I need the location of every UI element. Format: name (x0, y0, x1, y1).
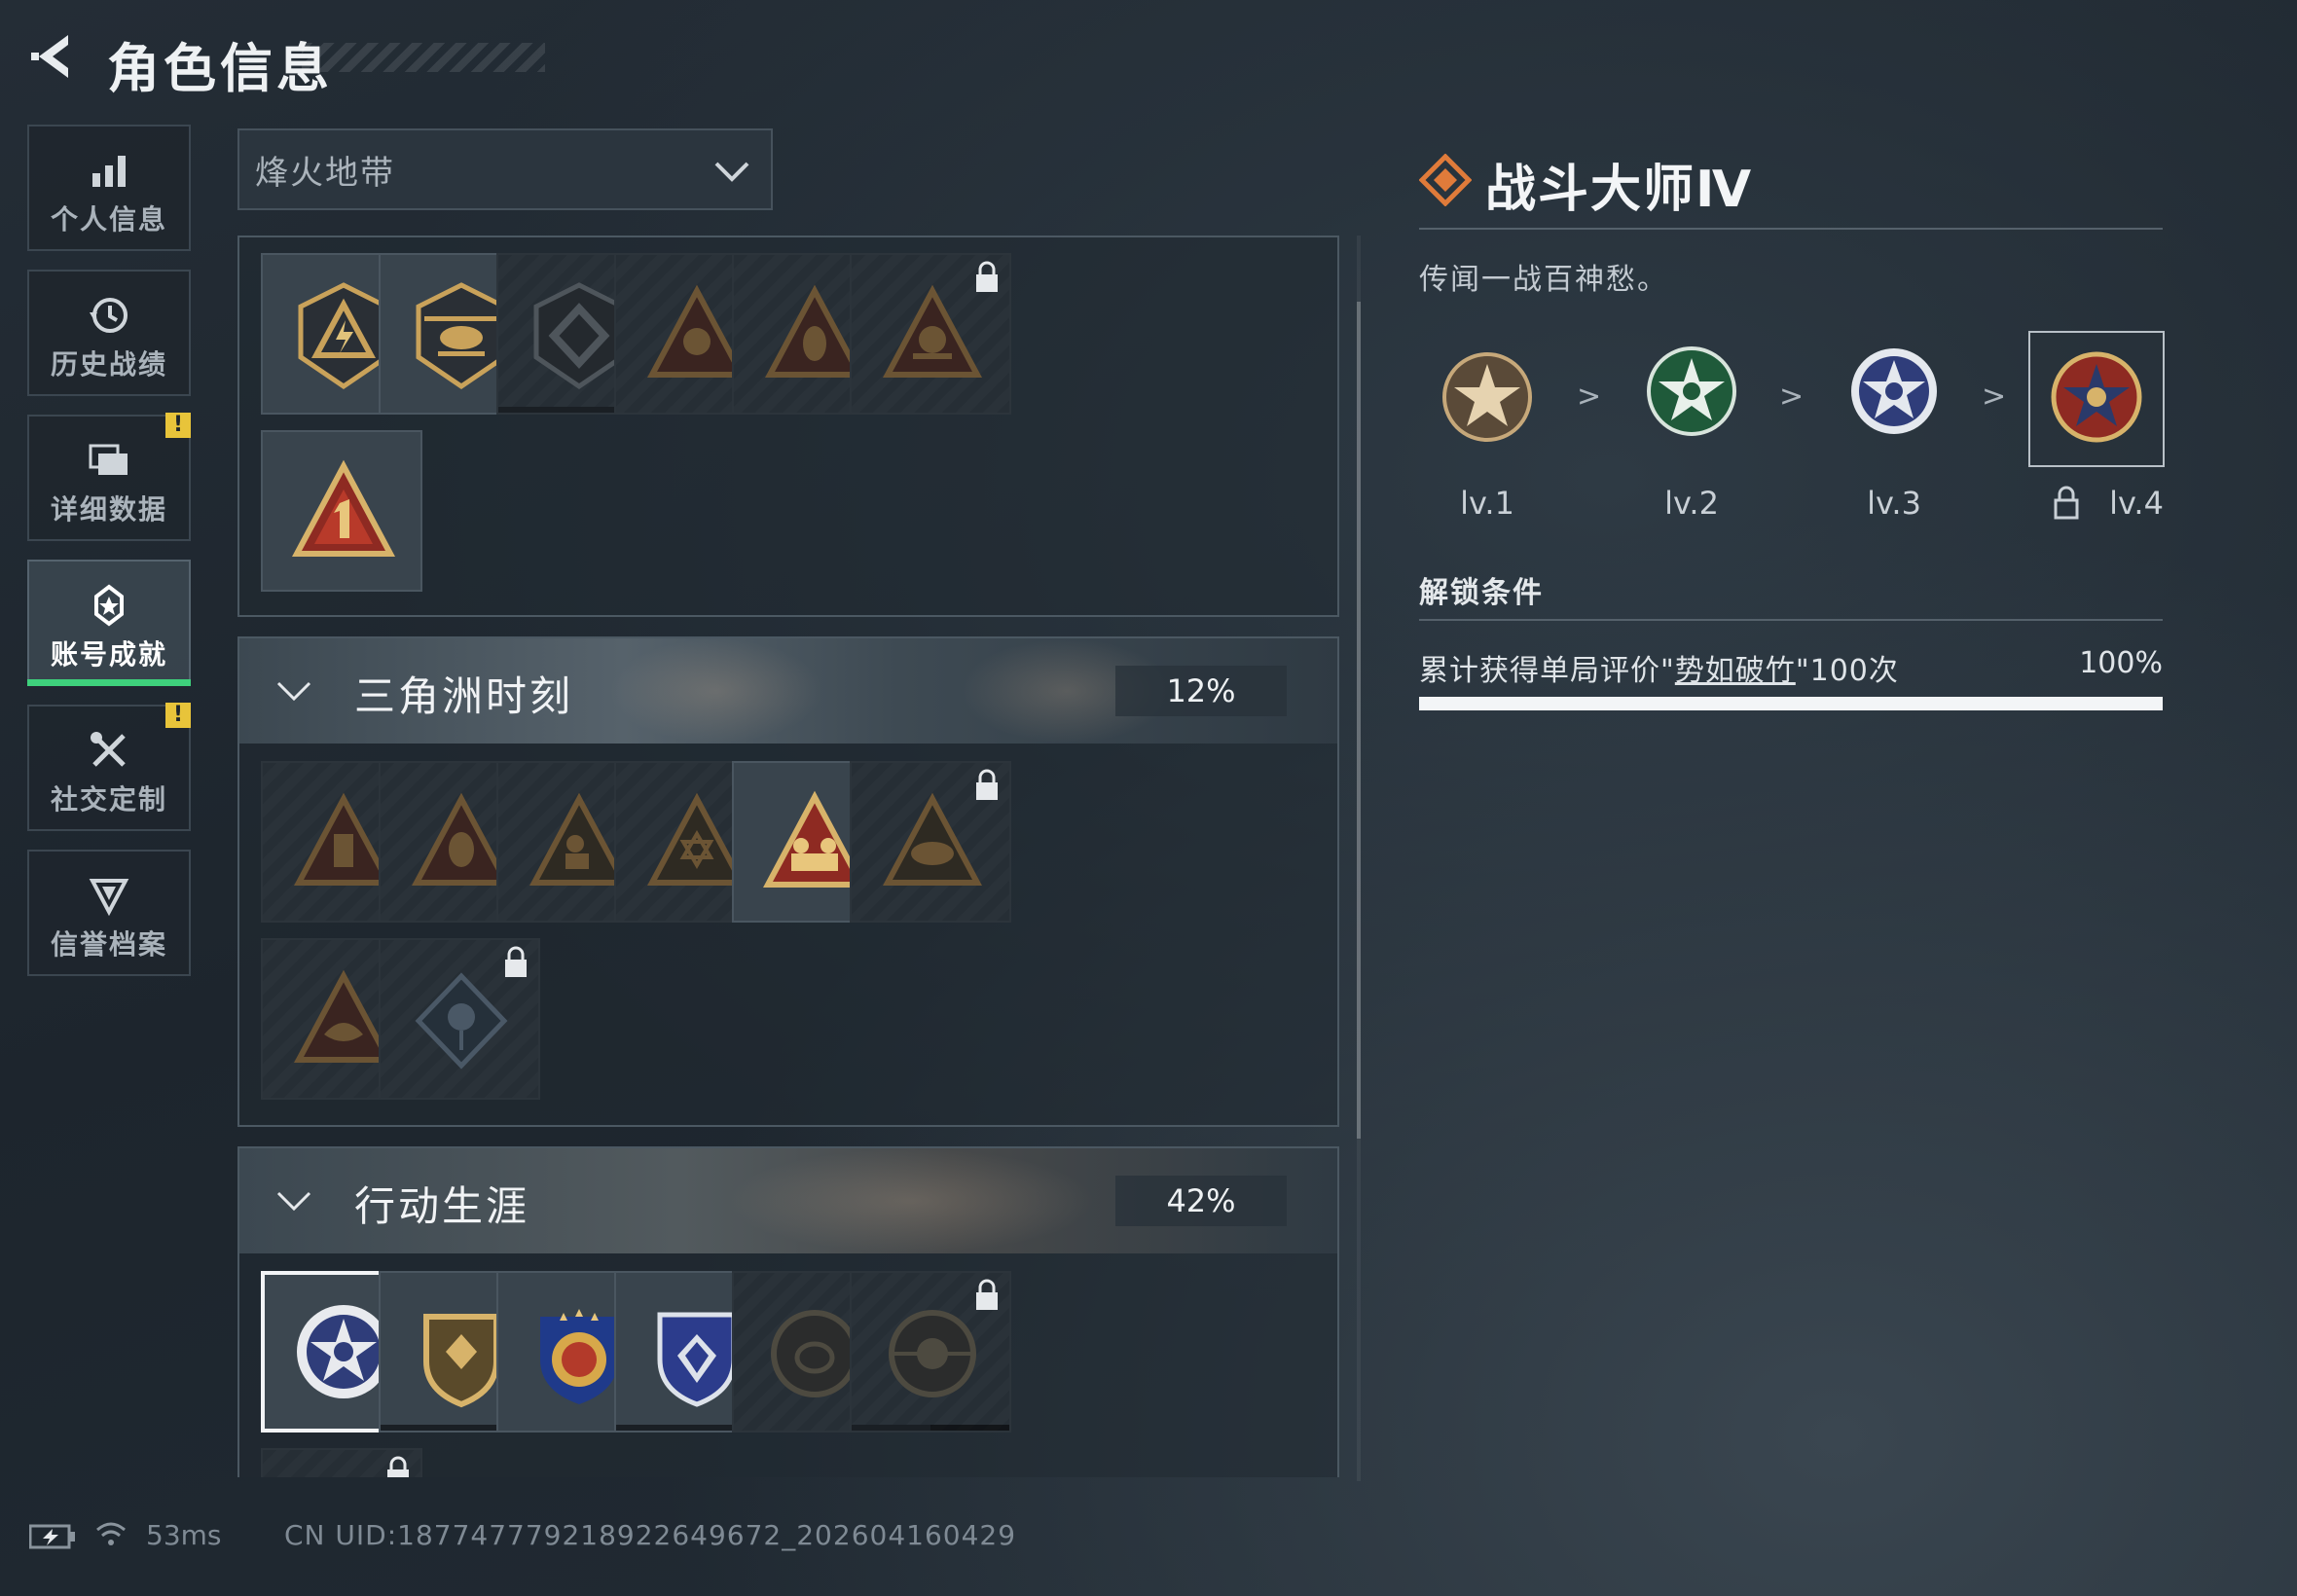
tools-icon (91, 732, 126, 767)
section-percent: 12% (1115, 666, 1287, 716)
header-artwork (609, 638, 823, 744)
number-one-triangle-emblem-icon (292, 459, 395, 557)
level-label: lv.3 (1867, 485, 1921, 522)
sidebar-item-label: 社交定制 (50, 783, 167, 816)
divider (1419, 619, 2163, 621)
header-artwork (726, 1148, 1096, 1253)
lock-icon (976, 261, 998, 292)
sidebar-item-social[interactable]: ! 社交定制 (27, 703, 191, 831)
sidebar-item-detailed-data[interactable]: ! 详细数据 (27, 413, 191, 541)
achievement-panel-general (237, 236, 1339, 617)
ping-text: 53ms (146, 1519, 222, 1551)
level-label: lv.2 (1664, 485, 1719, 522)
sidebar-item-reputation[interactable]: 信誉档案 (27, 850, 191, 976)
condition-progress-bar (1419, 697, 2163, 710)
dropdown-selected: 烽火地带 (255, 153, 395, 193)
folders-icon (89, 444, 128, 475)
wifi-icon (96, 1522, 126, 1545)
lock-icon (976, 769, 998, 800)
back-arrow-icon[interactable] (25, 29, 80, 84)
scrollbar-thumb[interactable] (1357, 302, 1361, 1139)
achievement-diamond-icon (1419, 154, 1472, 206)
sidebar-item-label: 个人信息 (50, 203, 167, 236)
chevron-down-icon[interactable] (274, 673, 313, 708)
bar-chart-icon (92, 156, 126, 187)
lock-icon (505, 946, 527, 977)
unlock-conditions-heading: 解锁条件 (1419, 576, 1544, 610)
crosshair-medal-icon (889, 1310, 976, 1397)
section-title: 行动生涯 (354, 1182, 530, 1230)
section-title: 三角洲时刻 (354, 672, 574, 720)
achievement-tile[interactable] (850, 1271, 1011, 1433)
level-arrow: > (1982, 380, 2007, 414)
battery-charging-icon (29, 1524, 75, 1549)
progress-bar (852, 1425, 1009, 1431)
level-4-medal-icon (2051, 351, 2142, 443)
condition-percent: 100% (2079, 646, 2163, 680)
sidebar-item-label: 历史战绩 (50, 348, 167, 381)
section-percent: 42% (1115, 1176, 1287, 1226)
history-clock-icon (90, 298, 128, 333)
warning-badge: ! (165, 703, 191, 728)
level-2-medal-icon[interactable] (1645, 345, 1738, 438)
unlock-condition-text: 累计获得单局评价"势如破竹"100次 (1419, 654, 1899, 688)
sidebar-item-history[interactable]: 历史战绩 (27, 270, 191, 396)
uid-text: CN UID:18774777921892264967​2_2026041604… (284, 1519, 1017, 1551)
soldier-emblem-icon (882, 284, 983, 378)
sidebar-item-personal-info[interactable]: 个人信息 (27, 125, 191, 251)
lock-icon (387, 1456, 409, 1477)
sidebar-item-achievements[interactable]: 账号成就 (27, 560, 191, 686)
achievement-tile[interactable] (379, 938, 540, 1100)
achievement-tile[interactable] (850, 761, 1011, 923)
level-3-medal-icon[interactable] (1847, 345, 1941, 438)
level-label: lv.1 (1460, 485, 1514, 522)
sidebar-item-label: 信誉档案 (50, 928, 167, 961)
chevron-down-icon[interactable] (274, 1183, 313, 1218)
achievement-tile[interactable] (261, 1448, 422, 1477)
chevron-down-icon (714, 162, 749, 182)
sidebar: 个人信息 历史战绩 ! 详细数据 账号成就 ! 社交定制 信誉档案 (27, 125, 191, 995)
achievement-panel-career: 行动生涯 42% (237, 1146, 1339, 1477)
sidebar-item-label: 账号成就 (50, 638, 167, 671)
achievement-tile[interactable] (261, 430, 422, 592)
achievement-panel-delta-moments: 三角洲时刻 12% (237, 636, 1339, 1127)
achievement-title: 战斗大师Ⅳ (1485, 161, 1754, 219)
title-decoration (302, 43, 545, 72)
beast-triangle-emblem-icon (882, 792, 983, 886)
level-arrow: > (1577, 380, 1602, 414)
warning-badge: ! (165, 413, 191, 438)
condition-link[interactable]: 势如破竹 (1675, 654, 1796, 688)
section-header[interactable]: 行动生涯 42% (239, 1148, 1337, 1253)
level-1-medal-icon[interactable] (1440, 350, 1534, 444)
rose-diamond-emblem-icon (415, 972, 508, 1070)
level-label: lv.4 (2109, 485, 2164, 522)
sidebar-item-label: 详细数据 (50, 493, 167, 526)
achievement-icon (94, 584, 124, 627)
page-title: 角色信息 (107, 38, 333, 99)
section-header[interactable]: 三角洲时刻 12% (239, 638, 1337, 744)
level-arrow: > (1779, 380, 1805, 414)
lock-icon (976, 1279, 998, 1310)
achievement-tile[interactable] (850, 253, 1011, 415)
reputation-icon (89, 879, 129, 917)
divider (1419, 228, 2163, 230)
achievement-description: 传闻一战百神愁。 (1419, 263, 1668, 297)
mode-dropdown[interactable]: 烽火地带 (237, 128, 773, 210)
